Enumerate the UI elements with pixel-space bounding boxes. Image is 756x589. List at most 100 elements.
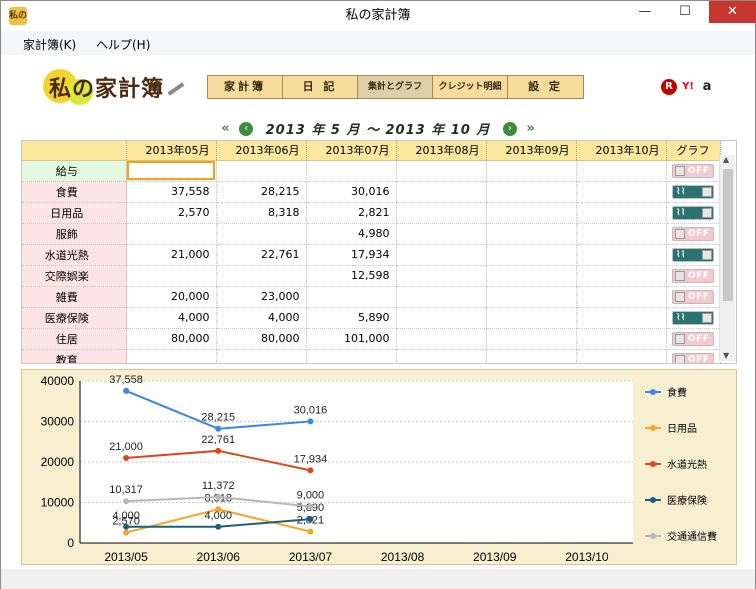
table-cell[interactable] <box>396 244 487 266</box>
table-cell[interactable] <box>486 244 577 266</box>
table-cell[interactable]: 4,000 <box>216 307 307 329</box>
column-header[interactable]: 2013年08月 <box>396 141 487 161</box>
legend-marker <box>650 389 656 395</box>
graph-toggle-on[interactable]: ⌇⌇ <box>672 205 714 220</box>
table-cell[interactable] <box>486 265 577 287</box>
table-cell[interactable] <box>576 307 667 329</box>
graph-toggle-on[interactable]: ⌇⌇ <box>672 310 714 325</box>
table-cell[interactable]: 8,318 <box>216 202 307 224</box>
table-cell[interactable] <box>126 265 217 287</box>
table-cell[interactable]: 37,558 <box>126 181 217 203</box>
tab-settings[interactable]: 設 定 <box>508 76 583 98</box>
tab-summary-graph[interactable]: 集計とグラフ <box>358 76 433 98</box>
table-cell[interactable] <box>486 307 577 329</box>
table-cell[interactable] <box>126 349 217 363</box>
table-cell[interactable] <box>576 202 667 224</box>
menu-help[interactable]: ヘルプ(H) <box>96 36 150 53</box>
table-cell[interactable] <box>396 307 487 329</box>
table-cell[interactable] <box>126 160 217 182</box>
maximize-button[interactable]: ☐ <box>670 1 700 23</box>
column-header[interactable]: 2013年09月 <box>486 141 577 161</box>
table-cell[interactable] <box>486 160 577 182</box>
table-cell[interactable] <box>576 265 667 287</box>
table-cell[interactable] <box>486 349 577 363</box>
table-cell[interactable] <box>576 244 667 266</box>
table-cell[interactable] <box>486 202 577 224</box>
table-cell[interactable] <box>396 265 487 287</box>
graph-toggle-off[interactable]: OFF <box>672 226 714 241</box>
table-scrollbar[interactable]: ▲ ▼ <box>719 155 735 361</box>
graph-toggle-on[interactable]: ⌇⌇ <box>672 247 714 262</box>
table-cell[interactable]: 22,761 <box>216 244 307 266</box>
scroll-up-icon[interactable]: ▲ <box>723 155 729 164</box>
table-cell[interactable] <box>576 328 667 350</box>
table-cell[interactable]: 21,000 <box>126 244 217 266</box>
table-cell[interactable] <box>486 223 577 245</box>
table-cell[interactable] <box>396 160 487 182</box>
column-header[interactable]: 2013年05月 <box>126 141 217 161</box>
table-cell[interactable]: 17,934 <box>306 244 397 266</box>
table-cell[interactable] <box>306 286 397 308</box>
graph-toggle-off[interactable]: OFF <box>672 268 714 283</box>
table-cell[interactable] <box>306 349 397 363</box>
table-cell[interactable] <box>396 349 487 363</box>
table-cell[interactable]: 5,890 <box>306 307 397 329</box>
minimize-button[interactable]: — <box>630 1 660 23</box>
graph-toggle-off[interactable]: OFF <box>672 352 714 363</box>
table-cell[interactable] <box>576 286 667 308</box>
table-cell[interactable] <box>216 223 307 245</box>
yahoo-logo-icon[interactable]: Y! <box>680 79 696 95</box>
table-cell[interactable] <box>576 181 667 203</box>
table-cell[interactable]: 80,000 <box>216 328 307 350</box>
next-year-button[interactable]: » <box>526 121 534 136</box>
table-cell[interactable] <box>396 202 487 224</box>
toggle-knob <box>702 207 712 218</box>
table-cell[interactable] <box>486 181 577 203</box>
table-cell[interactable]: 12,598 <box>306 265 397 287</box>
table-cell[interactable] <box>216 160 307 182</box>
rakuten-logo-icon[interactable]: R <box>661 79 677 95</box>
tab-kakeibo[interactable]: 家計簿 <box>208 76 283 98</box>
prev-month-button[interactable]: ‹ <box>239 121 254 136</box>
graph-toggle-off[interactable]: OFF <box>672 289 714 304</box>
table-cell[interactable]: 4,000 <box>126 307 217 329</box>
table-cell[interactable] <box>486 286 577 308</box>
amazon-logo-icon[interactable]: a <box>699 79 715 95</box>
table-cell[interactable] <box>396 223 487 245</box>
tab-diary[interactable]: 日 記 <box>283 76 358 98</box>
close-button[interactable]: ✕ <box>709 1 756 23</box>
next-month-button[interactable]: › <box>502 121 517 136</box>
category-label: 水道光熱 <box>22 244 127 266</box>
menu-kakeibo[interactable]: 家計簿(K) <box>23 36 76 53</box>
graph-toggle-on[interactable]: ⌇⌇ <box>672 184 714 199</box>
prev-year-button[interactable]: « <box>221 121 229 136</box>
table-cell[interactable]: 2,570 <box>126 202 217 224</box>
column-header[interactable]: 2013年07月 <box>306 141 397 161</box>
table-cell[interactable] <box>216 265 307 287</box>
table-cell[interactable]: 28,215 <box>216 181 307 203</box>
table-cell[interactable]: 2,821 <box>306 202 397 224</box>
column-header[interactable]: 2013年10月 <box>576 141 667 161</box>
tab-credit-statement[interactable]: クレジット明細 <box>433 76 508 98</box>
table-cell[interactable] <box>576 349 667 363</box>
table-cell[interactable] <box>306 160 397 182</box>
table-cell[interactable]: 80,000 <box>126 328 217 350</box>
column-header[interactable]: 2013年06月 <box>216 141 307 161</box>
table-cell[interactable]: 23,000 <box>216 286 307 308</box>
table-cell[interactable]: 101,000 <box>306 328 397 350</box>
scroll-down-icon[interactable]: ▼ <box>723 351 729 360</box>
table-cell[interactable] <box>216 349 307 363</box>
table-cell[interactable]: 20,000 <box>126 286 217 308</box>
table-cell[interactable] <box>576 160 667 182</box>
table-cell[interactable]: 30,016 <box>306 181 397 203</box>
graph-toggle-off[interactable]: OFF <box>672 331 714 346</box>
table-cell[interactable] <box>576 223 667 245</box>
table-cell[interactable]: 4,980 <box>306 223 397 245</box>
graph-toggle-off[interactable]: OFF <box>672 163 714 178</box>
table-cell[interactable] <box>486 328 577 350</box>
table-cell[interactable] <box>396 286 487 308</box>
table-cell[interactable] <box>126 223 217 245</box>
table-cell[interactable] <box>396 181 487 203</box>
table-cell[interactable] <box>396 328 487 350</box>
scrollbar-thumb[interactable] <box>723 169 733 301</box>
